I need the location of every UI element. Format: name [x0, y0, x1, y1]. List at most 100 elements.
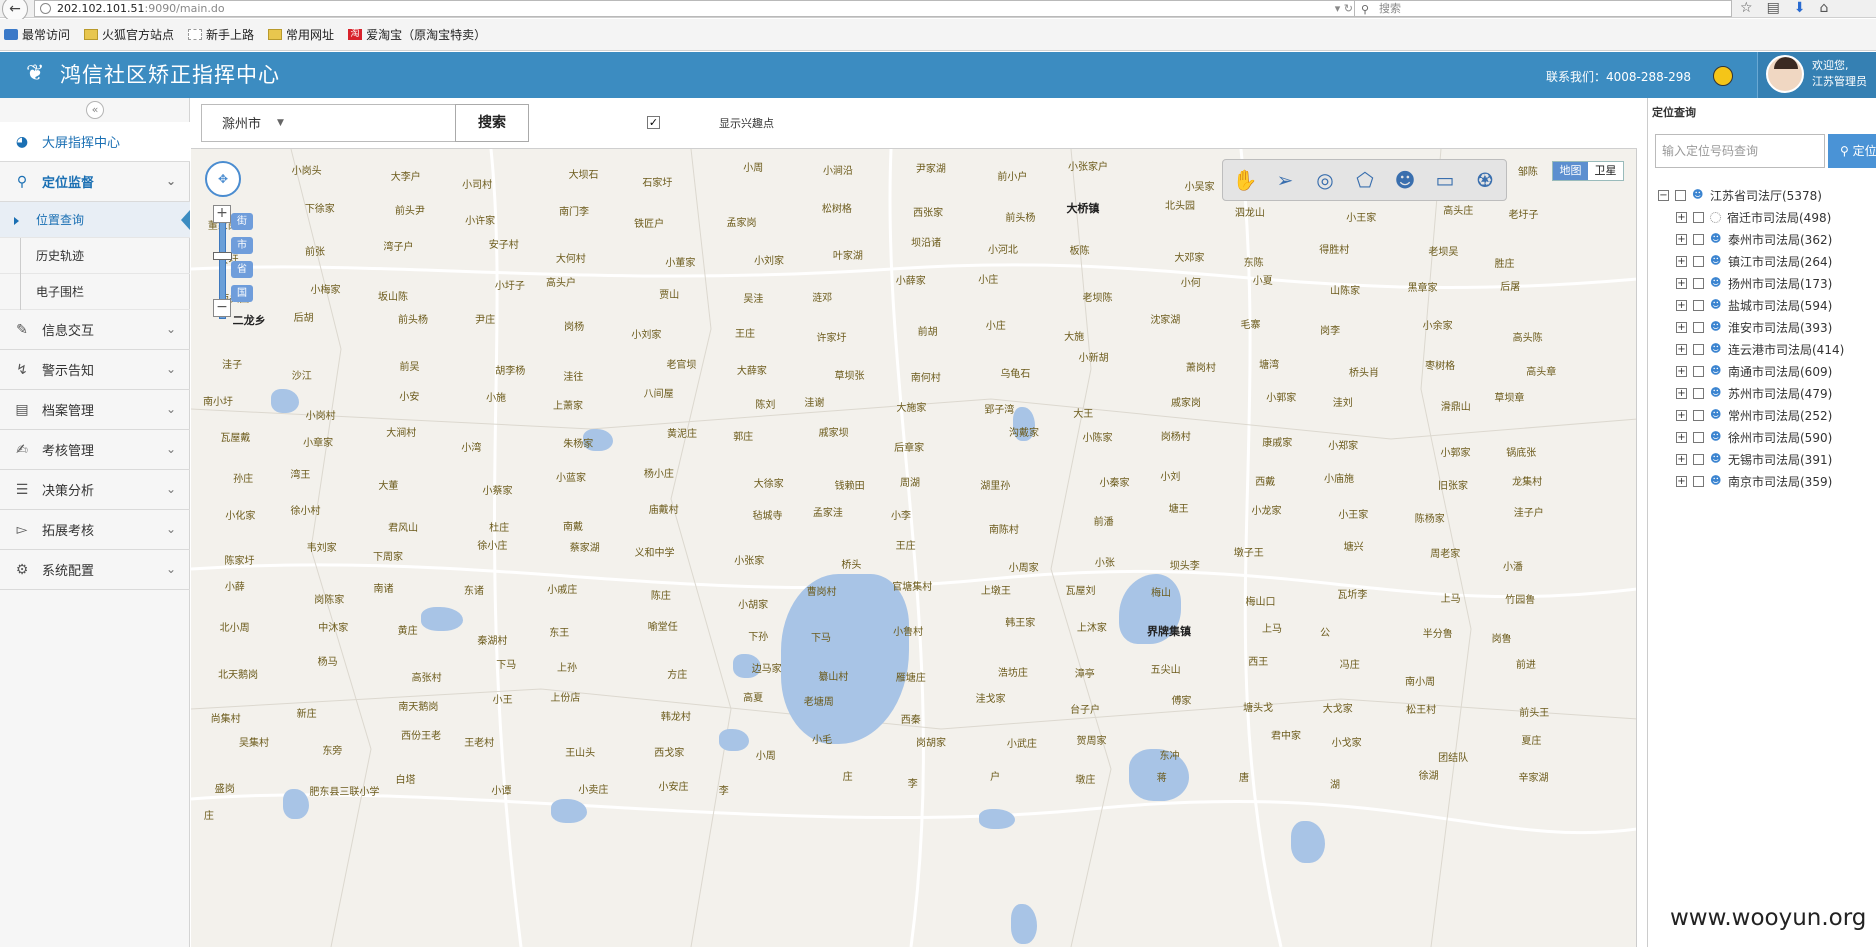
tree-checkbox[interactable]	[1693, 453, 1704, 465]
tree-node[interactable]: + ☻ 无锡市司法局(391)	[1658, 448, 1876, 470]
expand-node-icon[interactable]: +	[1676, 299, 1687, 311]
sidebar-item-messaging[interactable]: ✎ 信息交互 ⌄	[0, 310, 190, 350]
sidebar-item-location[interactable]: ⚲ 定位监督 ⌄	[0, 162, 190, 202]
map-type-map[interactable]: 地图	[1553, 162, 1588, 180]
bookmark-most-visited[interactable]: 最常访问	[4, 26, 70, 43]
tree-checkbox[interactable]	[1693, 365, 1704, 377]
sidebar-item-dashboard[interactable]: ◕ 大屏指挥中心	[0, 122, 190, 162]
trash-icon[interactable]: ♼	[1467, 163, 1503, 197]
expand-node-icon[interactable]: +	[1676, 233, 1687, 245]
tree-node[interactable]: + ☻ 南通市司法局(609)	[1658, 360, 1876, 382]
locate-number-input[interactable]: 输入定位号码查询	[1655, 134, 1825, 168]
tree-checkbox[interactable]	[1693, 321, 1704, 333]
zoom-label-country[interactable]: 国	[231, 285, 253, 302]
bookmark-label: 新手上路	[206, 28, 255, 42]
map-place-label: 小周	[743, 162, 764, 174]
collapse-node-icon[interactable]: −	[1658, 189, 1669, 201]
qq-penguin-icon[interactable]	[1713, 66, 1733, 86]
map-place-label: 义和中学	[634, 547, 675, 559]
tree-checkbox[interactable]	[1693, 387, 1704, 399]
tree-checkbox[interactable]	[1693, 343, 1704, 355]
sidebar-item-analysis[interactable]: ☰ 决策分析 ⌄	[0, 470, 190, 510]
map-canvas[interactable]: 大青小岗头大李户小司村大坝石石家圩小周小涧沿尹家湖前小户小张家户小吴家新庄小沛陈…	[191, 149, 1637, 947]
sidebar-subitem-position-query[interactable]: 位置查询	[0, 202, 190, 238]
zoom-label-province[interactable]: 省	[231, 261, 253, 278]
expand-node-icon[interactable]: +	[1676, 321, 1687, 333]
city-select[interactable]: 滁州市 ▼	[201, 104, 457, 142]
zoom-in-button[interactable]: +	[213, 205, 231, 223]
tree-node[interactable]: + ☻ 常州市司法局(252)	[1658, 404, 1876, 426]
user-block[interactable]: 欢迎您, 江苏管理员	[1757, 52, 1876, 98]
tree-node[interactable]: + ☻ 徐州市司法局(590)	[1658, 426, 1876, 448]
pin-marker-icon[interactable]: ➢	[1267, 163, 1303, 197]
collapse-sidebar-icon[interactable]: «	[86, 101, 104, 119]
person-search-icon[interactable]: ☻	[1387, 163, 1423, 197]
sidebar-item-settings[interactable]: ⚙ 系统配置 ⌄	[0, 550, 190, 590]
zoom-slider-handle[interactable]	[213, 252, 232, 260]
org-tree: − ☻ 江苏省司法厅(5378) + 宿迁市司法局(498) + ☻ 泰州市司法局(36…	[1658, 184, 1876, 492]
tree-node[interactable]: + ☻ 泰州市司法局(362)	[1658, 228, 1876, 250]
expand-node-icon[interactable]: +	[1676, 277, 1687, 289]
expand-node-icon[interactable]: +	[1676, 211, 1687, 223]
avatar[interactable]	[1766, 55, 1804, 93]
tree-node[interactable]: + ☻ 盐城市司法局(594)	[1658, 294, 1876, 316]
tree-node[interactable]: + 宿迁市司法局(498)	[1658, 206, 1876, 228]
locate-target-icon[interactable]: ◎	[1307, 163, 1343, 197]
sidebar-item-archive[interactable]: ▤ 档案管理 ⌄	[0, 390, 190, 430]
tree-node[interactable]: + ☻ 淮安市司法局(393)	[1658, 316, 1876, 338]
expand-node-icon[interactable]: +	[1676, 255, 1687, 267]
map-place-label: 小张	[1094, 557, 1115, 569]
sidebar-item-warning[interactable]: ↯ 警示告知 ⌄	[0, 350, 190, 390]
tree-checkbox[interactable]	[1693, 255, 1704, 267]
tree-checkbox[interactable]	[1693, 299, 1704, 311]
map-place-label: 小新胡	[1078, 352, 1109, 364]
expand-node-icon[interactable]: +	[1676, 387, 1687, 399]
home-icon[interactable]: ⌂	[1820, 0, 1829, 17]
clipboard-icon[interactable]: ▤	[1767, 0, 1780, 17]
sidebar-item-assessment[interactable]: ✍ 考核管理 ⌄	[0, 430, 190, 470]
map-place-label: 小蓝家	[556, 472, 587, 484]
sidebar-subitem-geofence[interactable]: 电子围栏	[0, 274, 190, 310]
tree-checkbox[interactable]	[1693, 409, 1704, 421]
search-button[interactable]: 搜索	[455, 104, 529, 142]
zoom-label-city[interactable]: 市	[231, 237, 253, 254]
browser-search-field[interactable]: ⚲ 搜索	[1354, 0, 1732, 17]
url-field[interactable]: 202.102.101.51:9090/main.do ▾ ↻	[34, 0, 1358, 17]
bookmark-star-icon[interactable]: ☆	[1740, 0, 1753, 17]
pan-navigation-control[interactable]: ✥	[205, 161, 241, 197]
tree-node[interactable]: + ☻ 镇江市司法局(264)	[1658, 250, 1876, 272]
pan-hand-icon[interactable]: ✋	[1227, 163, 1263, 197]
poi-checkbox[interactable]: ✓	[647, 116, 660, 129]
sidebar-subitem-history-track[interactable]: 历史轨迹	[0, 238, 190, 274]
tree-node[interactable]: + ☻ 南京市司法局(359)	[1658, 470, 1876, 492]
tree-node[interactable]: + ☻ 苏州市司法局(479)	[1658, 382, 1876, 404]
tree-root[interactable]: − ☻ 江苏省司法厅(5378)	[1658, 184, 1876, 206]
polygon-icon[interactable]: ⬠	[1347, 163, 1383, 197]
tree-node[interactable]: + ☻ 扬州市司法局(173)	[1658, 272, 1876, 294]
tree-node[interactable]: + ☻ 连云港市司法局(414)	[1658, 338, 1876, 360]
bookmark-aitaobao[interactable]: 淘爱淘宝（原淘宝特卖）	[348, 26, 486, 43]
tree-checkbox[interactable]	[1693, 475, 1704, 487]
tree-checkbox[interactable]	[1693, 277, 1704, 289]
expand-node-icon[interactable]: +	[1676, 365, 1687, 377]
sidebar-item-extension[interactable]: ▻ 拓展考核 ⌄	[0, 510, 190, 550]
download-icon[interactable]: ⬇	[1794, 0, 1806, 17]
expand-node-icon[interactable]: +	[1676, 409, 1687, 421]
zoom-out-button[interactable]: −	[213, 299, 231, 317]
bookmark-common-urls[interactable]: 常用网址	[268, 26, 334, 43]
zoom-label-street[interactable]: 街	[231, 213, 253, 230]
bookmark-firefox-sites[interactable]: 火狐官方站点	[84, 26, 174, 43]
tree-checkbox[interactable]	[1693, 211, 1704, 223]
expand-node-icon[interactable]: +	[1676, 343, 1687, 355]
reload-icon[interactable]: ▾ ↻	[1335, 1, 1353, 16]
bookmark-getting-started[interactable]: 新手上路	[188, 26, 254, 43]
ruler-icon[interactable]: ▭	[1427, 163, 1463, 197]
expand-node-icon[interactable]: +	[1676, 431, 1687, 443]
expand-node-icon[interactable]: +	[1676, 475, 1687, 487]
locate-button[interactable]: ⚲ 定位	[1828, 134, 1876, 168]
tree-checkbox[interactable]	[1693, 431, 1704, 443]
expand-node-icon[interactable]: +	[1676, 453, 1687, 465]
tree-checkbox[interactable]	[1675, 189, 1686, 201]
map-type-satellite[interactable]: 卫星	[1588, 162, 1623, 180]
tree-checkbox[interactable]	[1693, 233, 1704, 245]
